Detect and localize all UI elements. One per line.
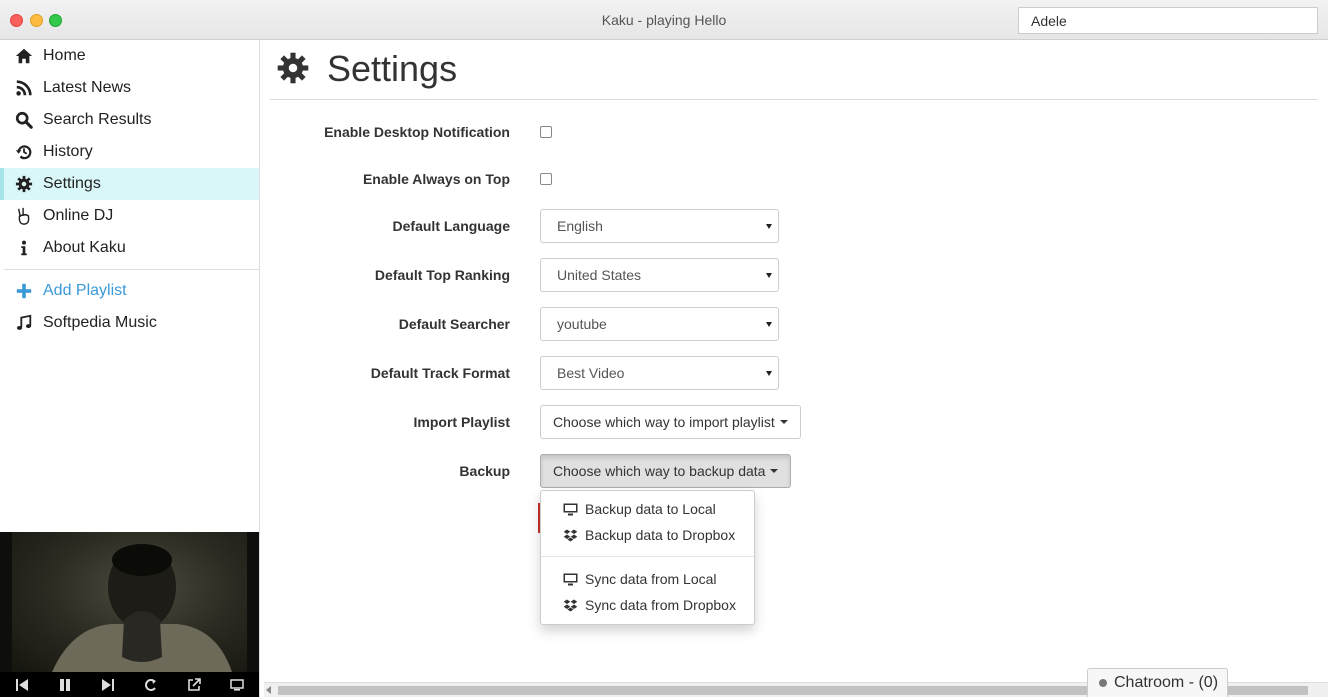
sidebar-item-label: Latest News — [43, 79, 132, 96]
sidebar-item-search-results[interactable]: Search Results — [0, 104, 259, 136]
info-icon — [14, 238, 34, 258]
menu-item-label: Sync data from Local — [585, 571, 717, 587]
sidebar-item-label: Softpedia Music — [43, 314, 157, 331]
menu-item-sync-local[interactable]: Sync data from Local — [541, 566, 754, 592]
default-language-select[interactable]: English — [540, 209, 779, 243]
sidebar-item-label: About Kaku — [43, 239, 126, 256]
music-icon — [14, 313, 34, 333]
sidebar-item-latest-news[interactable]: Latest News — [0, 72, 259, 104]
gear-icon — [14, 174, 34, 194]
sidebar-divider — [4, 269, 259, 270]
scroll-left-icon[interactable] — [266, 686, 271, 694]
menu-item-backup-dropbox[interactable]: Backup data to Dropbox — [541, 522, 754, 548]
pause-button[interactable] — [54, 676, 76, 694]
select-value: youtube — [557, 316, 607, 332]
skip-back-icon — [15, 678, 28, 691]
select-value: Best Video — [557, 365, 625, 381]
default-language-label: Default Language — [392, 218, 510, 234]
desktop-notification-label: Enable Desktop Notification — [324, 124, 510, 140]
popout-button[interactable] — [183, 676, 205, 694]
pause-icon — [59, 678, 70, 691]
caret-down-icon — [766, 371, 772, 376]
menu-item-label: Backup data to Local — [585, 501, 716, 517]
rss-icon — [14, 78, 34, 98]
add-playlist-button[interactable]: Add Playlist — [0, 275, 259, 307]
external-link-icon — [188, 677, 202, 691]
always-on-top-label: Enable Always on Top — [362, 171, 510, 187]
monitor-icon — [230, 678, 245, 691]
status-dot-icon — [1099, 679, 1107, 687]
skip-forward-icon — [101, 678, 114, 691]
page-title: Settings — [327, 48, 458, 89]
menu-item-label: Backup data to Dropbox — [585, 527, 736, 543]
dropdown-label: Choose which way to import playlist — [553, 414, 775, 430]
search-icon — [14, 110, 34, 130]
dropdown-label: Choose which way to backup data — [553, 463, 766, 479]
menu-item-label: Sync data from Dropbox — [585, 597, 736, 613]
page-header: Settings — [270, 40, 1318, 100]
caret-down-icon — [779, 420, 788, 424]
select-value: English — [557, 218, 603, 234]
sidebar-item-about-kaku[interactable]: About Kaku — [0, 232, 259, 264]
dropbox-icon — [563, 529, 578, 541]
menu-item-backup-local[interactable]: Backup data to Local — [541, 496, 754, 522]
search-input[interactable] — [1018, 7, 1318, 34]
default-track-format-select[interactable]: Best Video — [540, 356, 779, 390]
repeat-icon — [145, 678, 157, 691]
sidebar-item-home[interactable]: Home — [0, 40, 259, 72]
history-icon — [14, 142, 34, 162]
sidebar-item-label: Add Playlist — [43, 282, 127, 299]
home-icon — [14, 46, 34, 66]
sidebar-item-settings[interactable]: Settings — [0, 168, 259, 200]
default-searcher-select[interactable]: youtube — [540, 307, 779, 341]
player-controls — [0, 672, 259, 697]
menu-divider — [541, 556, 754, 557]
sidebar-item-label: History — [43, 143, 93, 160]
sidebar-item-label: Search Results — [43, 111, 152, 128]
caret-down-icon — [766, 322, 772, 327]
video-preview[interactable] — [0, 532, 259, 672]
caret-down-icon — [770, 469, 779, 473]
select-value: United States — [557, 267, 642, 283]
always-on-top-checkbox[interactable] — [540, 173, 552, 185]
repeat-button[interactable] — [140, 676, 162, 694]
import-playlist-label: Import Playlist — [413, 414, 510, 430]
import-playlist-dropdown[interactable]: Choose which way to import playlist — [540, 405, 801, 439]
sidebar-item-label: Settings — [43, 175, 101, 192]
screen-mode-button[interactable] — [226, 676, 248, 694]
default-searcher-label: Default Searcher — [398, 316, 510, 332]
backup-label: Backup — [459, 463, 510, 479]
previous-track-button[interactable] — [11, 676, 33, 694]
backup-dropdown-menu: Backup data to Local Backup data to Drop… — [540, 490, 755, 625]
hand-peace-icon — [14, 206, 34, 226]
chatroom-label: Chatroom - (0) — [1114, 674, 1219, 691]
caret-down-icon — [766, 273, 772, 278]
next-track-button[interactable] — [97, 676, 119, 694]
default-track-format-label: Default Track Format — [370, 365, 510, 381]
menu-item-sync-dropbox[interactable]: Sync data from Dropbox — [541, 592, 754, 618]
default-top-ranking-select[interactable]: United States — [540, 258, 779, 292]
video-frame — [12, 532, 247, 672]
main-content: Settings Enable Desktop Notification Ena… — [260, 40, 1328, 697]
desktop-notification-checkbox[interactable] — [540, 126, 552, 138]
sidebar-item-online-dj[interactable]: Online DJ — [0, 200, 259, 232]
sidebar-item-label: Home — [43, 47, 86, 64]
monitor-icon — [563, 503, 578, 515]
backup-dropdown[interactable]: Choose which way to backup data — [540, 454, 792, 488]
monitor-icon — [563, 573, 578, 585]
default-top-ranking-label: Default Top Ranking — [374, 267, 510, 283]
title-bar: Kaku - playing Hello — [0, 0, 1328, 40]
chatroom-button[interactable]: Chatroom - (0) — [1087, 668, 1228, 697]
dropbox-icon — [563, 599, 578, 611]
sidebar-item-history[interactable]: History — [0, 136, 259, 168]
caret-down-icon — [766, 224, 772, 229]
settings-gear-icon — [277, 52, 309, 84]
sidebar-item-label: Online DJ — [43, 207, 114, 224]
plus-icon — [14, 281, 34, 301]
sidebar-item-softpedia-music[interactable]: Softpedia Music — [0, 307, 259, 339]
